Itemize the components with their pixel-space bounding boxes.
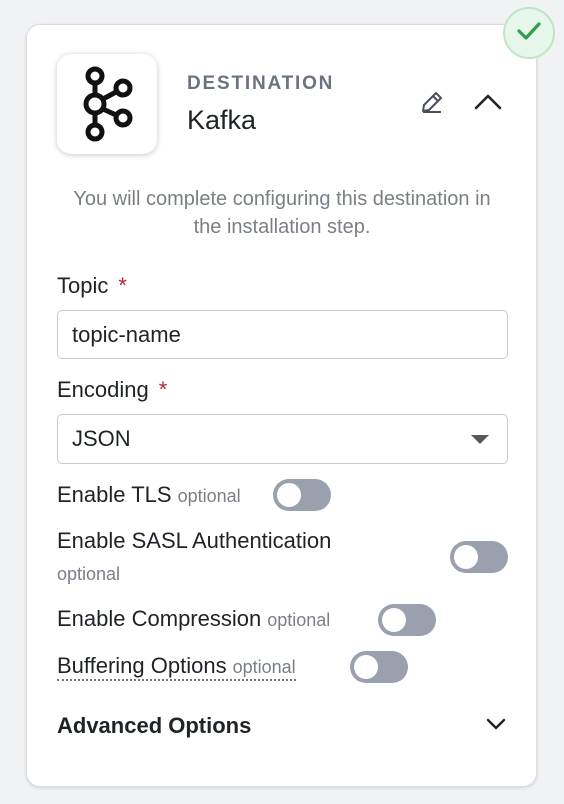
optional-hint: optional [232,657,296,677]
required-mark: * [118,273,127,298]
enable-tls-label: Enable TLS optional [57,482,241,508]
enable-tls-text: Enable TLS [57,482,172,507]
optional-hint: optional [57,564,121,584]
encoding-select[interactable]: JSON [57,414,508,464]
pencil-icon [419,89,445,120]
required-mark: * [158,377,168,402]
info-text: You will complete configuring this desti… [73,188,491,238]
topic-label: Topic * [57,273,127,299]
destination-card: DESTINATION Kafka You will complete conf… [26,24,537,787]
enable-tls-toggle[interactable] [273,479,331,511]
enable-sasl-label: Enable SASL Authentication optional [57,528,331,585]
enable-sasl-toggle[interactable] [450,541,508,573]
encoding-value: JSON [72,426,131,451]
destination-eyebrow: DESTINATION [187,73,335,94]
kafka-logo-icon [57,54,157,154]
buffering-options-label[interactable]: Buffering Options optional [57,653,296,681]
toggle-knob [382,608,406,632]
encoding-label-text: Encoding [57,377,149,402]
buffering-options-text: Buffering Options [57,653,227,678]
status-badge [503,7,555,59]
chevron-up-icon [473,92,503,117]
collapse-button[interactable] [471,87,505,121]
toggle-knob [454,545,478,569]
advanced-options-toggle[interactable]: Advanced Options [57,713,507,739]
encoding-label: Encoding * [57,377,167,403]
optional-hint: optional [177,486,241,506]
optional-hint: optional [267,610,331,630]
chevron-down-icon [485,717,507,736]
caret-down-icon [471,434,489,444]
advanced-options-label: Advanced Options [57,713,252,738]
buffering-options-toggle[interactable] [350,651,408,683]
enable-sasl-text: Enable SASL Authentication [57,528,332,553]
enable-compression-text: Enable Compression [57,606,262,631]
check-icon [516,21,542,46]
enable-compression-label: Enable Compression optional [57,606,330,632]
destination-title: Kafka [187,105,257,135]
toggle-knob [354,655,378,679]
edit-button[interactable] [417,89,447,119]
buffering-options-tooltip-trigger[interactable]: Buffering Options optional [57,653,296,681]
topic-label-text: Topic [57,273,109,298]
topic-input[interactable] [57,310,508,359]
enable-compression-toggle[interactable] [378,604,436,636]
toggle-knob [277,483,301,507]
